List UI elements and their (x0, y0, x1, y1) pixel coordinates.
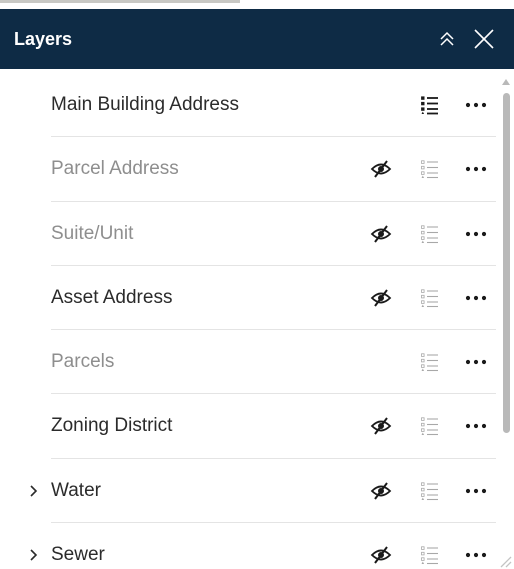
legend-button[interactable] (418, 414, 442, 438)
eye-off-icon (370, 224, 392, 243)
expand-toggle[interactable] (26, 459, 42, 523)
resize-grip-icon (500, 556, 512, 568)
legend-list-icon (421, 353, 438, 372)
eye-off-icon (370, 417, 392, 436)
layer-label: Sewer (51, 544, 105, 566)
map-edge-strip (0, 0, 240, 3)
legend-list-icon (421, 96, 438, 115)
layer-options-button[interactable] (463, 543, 489, 567)
more-options-icon (465, 552, 487, 558)
more-options-icon (465, 231, 487, 236)
layer-row[interactable]: Main Building Address (0, 73, 496, 138)
legend-button[interactable] (418, 157, 442, 181)
legend-button[interactable] (418, 479, 442, 503)
resize-handle[interactable] (498, 554, 512, 568)
panel-title: Layers (14, 29, 73, 49)
double-chevron-up-icon (440, 31, 454, 46)
legend-button[interactable] (418, 222, 442, 246)
visibility-toggle[interactable] (369, 223, 393, 245)
layers-panel: Layers Main Building Address Parcel Addre… (0, 9, 514, 569)
legend-list-icon (421, 417, 438, 436)
eye-off-icon (370, 546, 392, 564)
layer-options-button[interactable] (463, 157, 489, 181)
eye-off-icon (370, 289, 392, 307)
layer-label: Asset Address (51, 286, 173, 308)
eye-off-icon (370, 482, 392, 500)
visibility-toggle[interactable] (369, 544, 393, 566)
chevron-right-icon (30, 485, 38, 497)
close-icon (474, 29, 494, 49)
layer-row[interactable]: Zoning District (0, 394, 496, 459)
layer-options-button[interactable] (463, 93, 489, 117)
legend-button[interactable] (418, 286, 442, 310)
chevron-right-icon (30, 549, 38, 561)
triangle-up-icon (502, 79, 510, 85)
layer-label: Water (51, 479, 101, 501)
map-edge (0, 0, 514, 9)
layer-label: Main Building Address (51, 94, 239, 115)
more-options-icon (465, 167, 487, 172)
layer-label: Zoning District (51, 415, 173, 437)
layer-label: Suite/Unit (51, 222, 134, 244)
panel-header: Layers (0, 9, 514, 69)
legend-list-icon (421, 289, 438, 307)
legend-button[interactable] (418, 350, 442, 374)
layer-row[interactable]: Water (0, 459, 496, 524)
visibility-toggle[interactable] (369, 287, 393, 309)
scroll-up-arrow[interactable] (501, 79, 511, 89)
more-options-icon (465, 295, 487, 300)
more-options-icon (465, 488, 487, 493)
visibility-toggle[interactable] (369, 480, 393, 502)
layer-options-button[interactable] (463, 286, 489, 310)
more-options-icon (465, 424, 487, 429)
visibility-toggle[interactable] (369, 158, 393, 180)
layer-row[interactable]: Parcel Address (0, 137, 496, 202)
layer-options-button[interactable] (463, 350, 489, 374)
collapse-button[interactable] (432, 24, 462, 54)
layer-options-button[interactable] (463, 222, 489, 246)
close-button[interactable] (469, 24, 499, 54)
legend-list-icon (421, 546, 438, 565)
layer-label: Parcels (51, 351, 115, 373)
visibility-toggle[interactable] (369, 415, 393, 437)
layer-row[interactable]: Asset Address (0, 266, 496, 331)
layer-row[interactable]: Sewer (0, 523, 496, 569)
legend-button[interactable] (418, 543, 442, 567)
layer-row[interactable]: Parcels (0, 330, 496, 395)
legend-list-icon (421, 482, 438, 500)
legend-button[interactable] (418, 93, 442, 117)
scrollbar-thumb[interactable] (503, 93, 510, 433)
scrollbar[interactable] (500, 79, 512, 569)
layer-label: Parcel Address (51, 158, 179, 180)
layer-options-button[interactable] (463, 479, 489, 503)
layer-options-button[interactable] (463, 414, 489, 438)
more-options-icon (465, 102, 487, 108)
legend-list-icon (421, 224, 438, 243)
eye-off-icon (370, 160, 392, 178)
layer-row[interactable]: Suite/Unit (0, 202, 496, 266)
legend-list-icon (421, 160, 438, 179)
layer-list: Main Building Address Parcel Address Suite… (0, 73, 496, 569)
expand-toggle[interactable] (26, 523, 42, 569)
more-options-icon (465, 360, 487, 365)
